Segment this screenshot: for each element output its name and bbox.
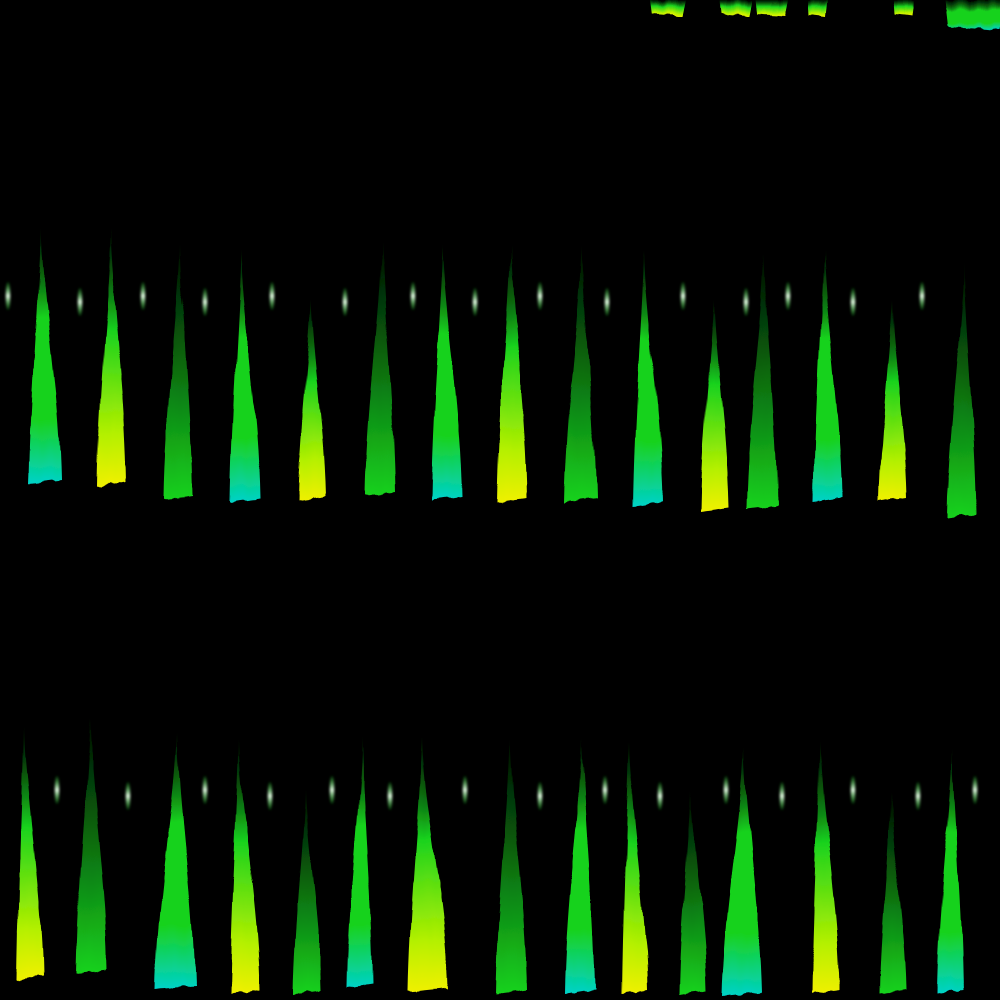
- flame-top-partial-4: [895, 0, 915, 16]
- flame-middle-8: [564, 244, 596, 502]
- flame-middle-1: [97, 226, 127, 486]
- spark-bottom-1: [125, 782, 131, 810]
- flame-middle-9: [633, 250, 663, 506]
- flame-bottom-7: [496, 738, 528, 994]
- spark-bottom-12: [850, 776, 856, 804]
- spark-bottom-14: [972, 776, 978, 804]
- flame-middle-11: [746, 254, 778, 510]
- flame-middle-0: [29, 228, 61, 484]
- flame-middle-3: [230, 248, 260, 502]
- spark-middle-13: [850, 288, 856, 316]
- spark-middle-8: [537, 282, 543, 310]
- flame-top-partial-2: [756, 0, 788, 16]
- flame-group: [17, 0, 1000, 996]
- spark-bottom-11: [779, 782, 785, 810]
- spark-middle-6: [410, 282, 416, 310]
- flame-top-partial-1: [719, 0, 751, 16]
- spark-middle-5: [342, 288, 348, 316]
- spark-middle-2: [140, 282, 146, 310]
- spark-bottom-5: [387, 782, 393, 810]
- flame-bottom-1: [76, 716, 108, 974]
- flame-middle-2: [163, 242, 193, 500]
- flame-bottom-13: [879, 792, 907, 994]
- flame-top-partial-0: [650, 0, 686, 16]
- spark-middle-1: [77, 288, 83, 316]
- flame-bottom-11: [722, 746, 762, 996]
- spark-middle-7: [472, 288, 478, 316]
- flame-top-partial-3: [808, 0, 828, 16]
- spark-middle-10: [680, 282, 686, 310]
- spark-bottom-10: [723, 776, 729, 804]
- spark-bottom-7: [537, 782, 543, 810]
- spark-middle-14: [919, 282, 925, 310]
- flame-top-partial-5: [946, 0, 1000, 30]
- flame-bottom-4: [293, 790, 321, 994]
- flame-middle-6: [431, 244, 463, 500]
- spark-middle-3: [202, 288, 208, 316]
- spark-middle-9: [604, 288, 610, 316]
- green-flame-artwork: [5, 0, 1000, 996]
- flame-middle-14: [947, 262, 977, 518]
- spark-bottom-8: [602, 776, 608, 804]
- spark-middle-0: [5, 282, 11, 310]
- spark-bottom-13: [915, 782, 921, 810]
- spark-bottom-6: [462, 776, 468, 804]
- flame-middle-10: [701, 300, 729, 512]
- flame-middle-4: [298, 300, 326, 500]
- flame-middle-7: [497, 244, 527, 502]
- flame-bottom-9: [622, 742, 648, 994]
- flame-bottom-6: [408, 736, 448, 992]
- flame-bottom-2: [155, 732, 195, 990]
- flame-bottom-10: [679, 790, 707, 994]
- spark-bottom-0: [54, 776, 60, 804]
- flame-bottom-3: [230, 740, 260, 994]
- flame-bottom-5: [347, 736, 373, 988]
- flame-pattern-scene: [0, 0, 1000, 1000]
- flame-bottom-8: [565, 738, 595, 994]
- spark-bottom-4: [329, 776, 335, 804]
- spark-bottom-3: [267, 782, 273, 810]
- flame-bottom-14: [937, 748, 963, 994]
- flame-middle-13: [879, 300, 907, 502]
- spark-bottom-2: [202, 776, 208, 804]
- flame-bottom-12: [812, 742, 840, 994]
- spark-bottom-9: [657, 782, 663, 810]
- spark-middle-4: [269, 282, 275, 310]
- spark-middle-11: [743, 288, 749, 316]
- flame-middle-12: [814, 250, 842, 502]
- flame-bottom-0: [17, 726, 43, 980]
- spark-middle-12: [785, 282, 791, 310]
- flame-middle-5: [365, 242, 395, 496]
